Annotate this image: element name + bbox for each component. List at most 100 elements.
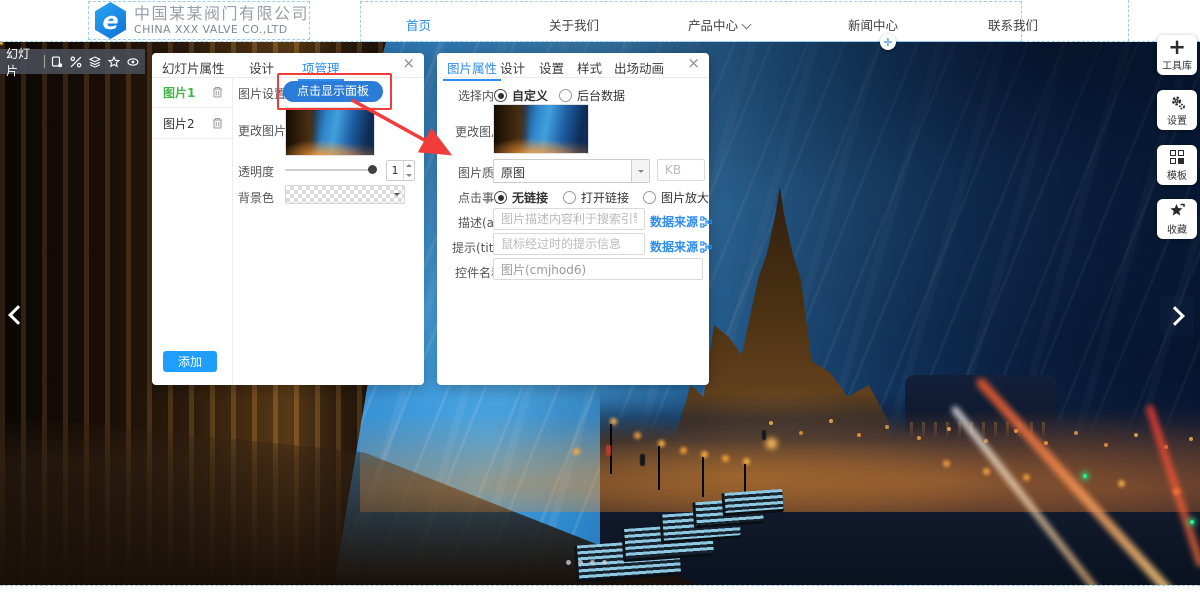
opacity-input[interactable] [387, 161, 403, 180]
show-panel-button[interactable]: 点击显示面板 [283, 81, 383, 102]
radio-selected-icon[interactable] [494, 89, 507, 102]
gear-icon [1169, 94, 1186, 111]
control-name-input[interactable] [493, 258, 703, 280]
add-slide-button[interactable]: 添加 [163, 351, 217, 372]
content-option-backend[interactable]: 后台数据 [559, 87, 625, 104]
carousel-dot[interactable] [602, 560, 607, 565]
tab-entrance-animation[interactable]: 出场动画 [614, 58, 664, 77]
tab-item-manage[interactable]: 项管理 [302, 58, 340, 77]
select-dropdown-button[interactable] [631, 160, 649, 182]
tab-slideshow-props[interactable]: 幻灯片属性 [162, 58, 225, 77]
tab-style[interactable]: 样式 [577, 58, 602, 77]
radio-selected-icon[interactable] [494, 191, 507, 204]
slide-item-2[interactable]: 图片2 [152, 108, 232, 139]
traffic-signal-green [1190, 520, 1194, 524]
image-setting-label: 图片设置 [238, 85, 286, 102]
favorite-star-icon [1169, 203, 1186, 220]
carousel-dots[interactable] [566, 560, 607, 565]
nav-item-home[interactable]: 首页 [406, 15, 431, 34]
nav-item-contact[interactable]: 联系我们 [988, 15, 1038, 34]
quality-select[interactable]: 原图 [493, 159, 650, 183]
logo[interactable]: e 中国某某阀门有限公司 CHINA XXX VALVE CO.,LTD [88, 1, 310, 40]
plus-icon: + [1168, 39, 1186, 56]
chevron-left-icon [8, 305, 28, 325]
click-option-openlink[interactable]: 打开链接 [563, 189, 629, 206]
trash-icon[interactable] [212, 117, 223, 129]
cut-icon[interactable] [70, 55, 82, 69]
radio-icon[interactable] [563, 191, 576, 204]
site-header: e 中国某某阀门有限公司 CHINA XXX VALVE CO.,LTD 首页 … [0, 0, 1200, 42]
tab-image-props[interactable]: 图片属性 [447, 58, 497, 77]
carousel-dot[interactable] [578, 560, 583, 565]
chevron-down-icon [394, 193, 400, 196]
settings-label: 设置 [1167, 112, 1187, 127]
title-datasource-link[interactable]: 数据来源 [650, 238, 712, 255]
selection-dashed-line [1128, 0, 1129, 41]
company-name-cn: 中国某某阀门有限公司 [134, 5, 309, 23]
datasource-icon [700, 241, 712, 253]
title-input[interactable] [493, 233, 645, 255]
slide-item-1[interactable]: 图片1 [152, 77, 232, 108]
opacity-slider[interactable] [285, 169, 377, 171]
opacity-label: 透明度 [238, 163, 274, 180]
nav-item-news[interactable]: 新闻中心 [848, 15, 898, 34]
stepper-down-icon[interactable] [404, 171, 413, 181]
favorite-label: 收藏 [1167, 221, 1187, 236]
close-icon[interactable]: × [402, 56, 415, 71]
nav-item-products[interactable]: 产品中心 [688, 15, 750, 34]
alt-datasource-link[interactable]: 数据来源 [650, 213, 712, 230]
pedestrian-silhouette [640, 454, 645, 466]
eye-icon[interactable] [127, 55, 139, 69]
close-icon[interactable]: × [687, 56, 700, 71]
element-label: 幻灯片 [6, 45, 37, 79]
opacity-stepper[interactable] [386, 160, 415, 181]
favorite-button[interactable]: 收藏 [1157, 199, 1197, 239]
click-option-nolink[interactable]: 无链接 [494, 189, 548, 206]
street-lamp-glows [0, 42, 3, 45]
click-option-zoom[interactable]: 图片放大 [643, 189, 709, 206]
pedestrian-silhouette [606, 445, 611, 456]
main-nav: 首页 关于我们 产品中心 新闻中心 联系我们 [360, 1, 1022, 42]
carousel-dot[interactable] [590, 560, 595, 565]
carousel-next-button[interactable] [1160, 296, 1194, 336]
toolbox-button[interactable]: + 工具库 [1157, 35, 1197, 75]
traffic-signal-green [1083, 474, 1087, 478]
tab-design[interactable]: 设计 [249, 58, 274, 77]
slide-item-label: 图片2 [163, 115, 195, 132]
carousel-dot[interactable] [566, 560, 571, 565]
nav-item-about[interactable]: 关于我们 [549, 15, 599, 34]
image-thumbnail[interactable] [493, 104, 589, 154]
lamp-post [702, 457, 704, 497]
layers-icon[interactable] [89, 55, 101, 69]
carousel-prev-button[interactable] [2, 298, 28, 332]
page-bottom-strip [0, 585, 1200, 608]
radio-icon[interactable] [559, 89, 572, 102]
star-icon[interactable] [108, 55, 120, 69]
quality-select-value: 原图 [501, 164, 525, 181]
settings-button[interactable]: 设置 [1157, 90, 1197, 130]
slide-thumbnail[interactable] [285, 107, 375, 156]
kb-input[interactable] [657, 159, 705, 181]
chevron-right-icon [1165, 306, 1185, 326]
copy-icon[interactable] [51, 55, 63, 69]
slide-item-label: 图片1 [163, 84, 195, 101]
slideshow-panel: 幻灯片属性 设计 项管理 × 图片1 图片2 添加 图片设置 点击显示面板 更改… [152, 53, 424, 385]
bg-color-swatch[interactable] [285, 185, 405, 204]
slide-item-list: 图片1 图片2 添加 [152, 77, 233, 385]
opacity-slider-handle[interactable] [368, 165, 377, 174]
trash-icon[interactable] [212, 86, 223, 98]
chevron-down-icon [742, 20, 752, 30]
change-image-label: 更改图片 [238, 122, 286, 139]
move-handle-icon[interactable]: ✛ [880, 34, 896, 50]
logo-hexagon-icon: e [95, 2, 126, 39]
template-button[interactable]: 模板 [1157, 145, 1197, 185]
tab-design2[interactable]: 设计 [500, 58, 525, 77]
content-option-custom[interactable]: 自定义 [494, 87, 548, 104]
radio-icon[interactable] [643, 191, 656, 204]
image-panel-tabs: 图片属性 设计 设置 样式 出场动画 × [437, 53, 709, 78]
toolbox-label: 工具库 [1162, 57, 1192, 72]
tab-settings2[interactable]: 设置 [539, 58, 564, 77]
alt-input[interactable] [493, 208, 645, 230]
stepper-up-icon[interactable] [404, 161, 413, 171]
template-grid-icon [1170, 150, 1184, 164]
